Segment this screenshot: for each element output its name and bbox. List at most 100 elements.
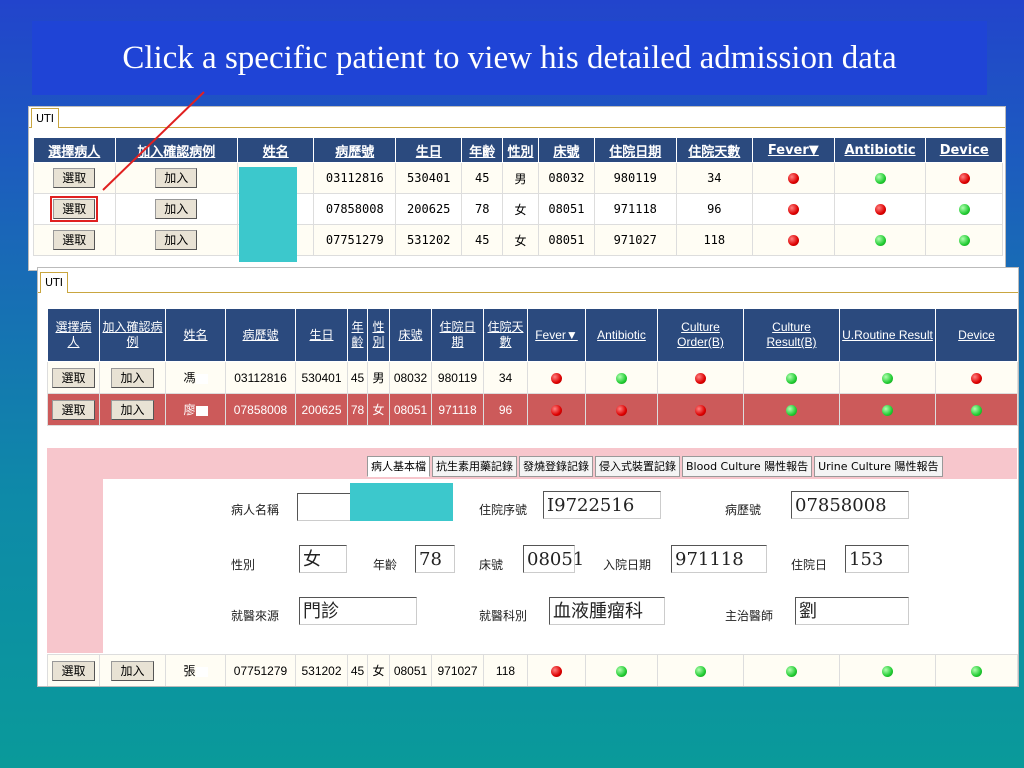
col-header[interactable]: 病歷號 — [313, 137, 397, 163]
tab-uti-2[interactable]: UTI — [40, 272, 69, 293]
col-header[interactable]: Culture Result(B) — [743, 308, 840, 362]
table-row[interactable]: 選取 加入 03112816 530401 45 男 08032 980119 34 — [33, 162, 1003, 194]
add-case-button[interactable]: 加入 — [111, 399, 154, 420]
detail-tab-0[interactable]: 病人基本檔 — [367, 456, 430, 477]
col-header[interactable]: 生日 — [295, 308, 348, 362]
col-header[interactable]: 生日 — [395, 137, 463, 163]
field-sex[interactable]: 女 — [299, 545, 347, 573]
cell-bed: 08051 — [537, 193, 595, 225]
add-case-button[interactable]: 加入 — [111, 367, 154, 388]
patient-detail-table: 選擇病人 加入確認病例 姓名 病歷號 生日 年齡 性別 床號 住院日期 住院天數 Fever▼ Ant… — [47, 308, 1018, 426]
c_result-green-icon — [786, 372, 797, 384]
col-header[interactable]: 選擇病人 — [47, 308, 100, 362]
col-header[interactable]: 性別 — [502, 137, 539, 163]
uti-tabstrip-2: UTI — [38, 268, 1018, 293]
cell-device — [935, 654, 1018, 686]
col-header[interactable]: Antibiotic — [585, 308, 658, 362]
cell-admit: 971118 — [593, 193, 677, 225]
cell-bed: 08032 — [537, 162, 595, 194]
col-header[interactable]: 床號 — [389, 308, 432, 362]
col-header[interactable]: 住院天數 — [675, 137, 754, 163]
label-sex: 性別 — [231, 558, 256, 572]
add-case-button[interactable]: 加入 — [155, 230, 198, 250]
add-case-button[interactable]: 加入 — [155, 168, 198, 188]
field-dept[interactable]: 血液腫瘤科 — [549, 597, 665, 625]
select-patient-button[interactable]: 選取 — [53, 168, 96, 188]
field-inpatient-days[interactable]: 153 — [845, 545, 909, 573]
col-header[interactable]: U.Routine Result — [839, 308, 936, 362]
select-patient-button[interactable]: 選取 — [53, 230, 96, 250]
field-doctor[interactable]: 劉 — [795, 597, 909, 625]
col-header[interactable]: 性別 — [367, 308, 390, 362]
table-row[interactable]: 選取 加入 張 07751279 531202 45 女 08051 971027 118 — [47, 654, 1018, 686]
c_result-green-icon — [786, 404, 797, 416]
table-row[interactable]: 選取加入Ｂ0785800820062578女0805197111896 — [33, 193, 1003, 225]
field-admission-no[interactable]: I9722516 — [543, 491, 661, 519]
col-header[interactable]: Antibiotic — [833, 137, 927, 163]
cell-device — [935, 361, 1018, 394]
cell-days: 118 — [483, 654, 528, 686]
cell-device — [925, 193, 1003, 225]
fever-red-icon — [551, 372, 562, 384]
table-row[interactable]: 選取 加入 廖 07858008 200625 78 女 08051 971118 96 — [47, 393, 1018, 426]
detail-tab-1[interactable]: 抗生素用藥記錄 — [432, 456, 517, 477]
cell-chart: 07751279 — [313, 224, 397, 256]
label-source: 就醫來源 — [231, 609, 280, 623]
field-bed[interactable]: 08051 — [523, 545, 584, 573]
col-header[interactable]: 病歷號 — [225, 308, 296, 362]
col-header[interactable]: 住院日期 — [431, 308, 484, 362]
col-header[interactable]: 住院日期 — [593, 137, 677, 163]
col-header[interactable]: Culture Order(B) — [657, 308, 744, 362]
detail-tab-4[interactable]: Blood Culture 陽性報告 — [682, 456, 813, 477]
add-case-button[interactable]: 加入 — [111, 660, 154, 681]
col-header[interactable]: 住院天數 — [483, 308, 528, 362]
cell-sex: 女 — [367, 393, 390, 426]
cell-fever — [752, 162, 835, 194]
field-admit-date[interactable]: 971118 — [671, 545, 767, 573]
cell-birth: 530401 — [295, 361, 348, 394]
patient-name: 馮 — [183, 371, 196, 385]
col-header[interactable]: 姓名 — [236, 137, 315, 163]
cell-sex: 女 — [502, 193, 539, 225]
uti-detail-window: UTI 選擇病人 加入確認病例 姓名 病歷號 生日 年齡 性別 床號 住院日期 住院天數 Fever… — [37, 267, 1019, 687]
redacted-name-block — [239, 167, 297, 262]
cell-name: 廖 — [165, 393, 226, 426]
col-header[interactable]: Fever▼ — [527, 308, 586, 362]
col-header[interactable]: 加入確認病例 — [99, 308, 166, 362]
cell-sex: 男 — [502, 162, 539, 194]
col-header[interactable]: 選擇病人 — [33, 137, 116, 163]
col-header[interactable]: Fever▼ — [752, 137, 835, 163]
add-case-button[interactable]: 加入 — [155, 199, 198, 219]
field-age[interactable]: 78 — [415, 545, 455, 573]
label-admission-no: 住院序號 — [479, 503, 528, 517]
cell-birth: 531202 — [395, 224, 463, 256]
col-header[interactable]: 床號 — [537, 137, 595, 163]
col-header[interactable]: Device — [925, 137, 1003, 163]
cell-bed: 08051 — [389, 654, 432, 686]
col-header[interactable]: Device — [935, 308, 1018, 362]
tab-uti[interactable]: UTI — [31, 108, 60, 128]
select-patient-button[interactable]: 選取 — [52, 399, 95, 420]
col-header[interactable]: 姓名 — [165, 308, 226, 362]
cell-days: 118 — [675, 224, 754, 256]
cell-urine — [839, 654, 936, 686]
col-header[interactable]: 年齡 — [461, 137, 504, 163]
device-green-icon — [971, 665, 982, 677]
table-row[interactable]: 選取 加入 07751279 531202 45 女 08051 971027 118 — [33, 224, 1003, 256]
detail-tab-3[interactable]: 侵入式裝置記錄 — [595, 456, 680, 477]
detail-tab-5[interactable]: Urine Culture 陽性報告 — [814, 456, 943, 477]
urine-green-icon — [882, 372, 893, 384]
select-patient-button[interactable]: 選取 — [52, 660, 95, 681]
cell-c_result — [743, 654, 840, 686]
col-header[interactable]: 年齡 — [347, 308, 368, 362]
field-source[interactable]: 門診 — [299, 597, 417, 625]
patient-name: 廖 — [183, 403, 196, 417]
select-patient-button[interactable]: 選取 — [52, 367, 95, 388]
table-row[interactable]: 選取 加入 馮 03112816 530401 45 男 08032 980119 34 — [47, 361, 1018, 394]
device-red-icon — [971, 372, 982, 384]
detail-tab-2[interactable]: 發燒登錄記錄 — [519, 456, 593, 477]
field-chart-no[interactable]: 07858008 — [791, 491, 909, 519]
redacted-name — [195, 405, 208, 416]
col-header[interactable]: 加入確認病例 — [114, 137, 238, 163]
select-patient-button[interactable]: 選取 — [50, 196, 99, 222]
